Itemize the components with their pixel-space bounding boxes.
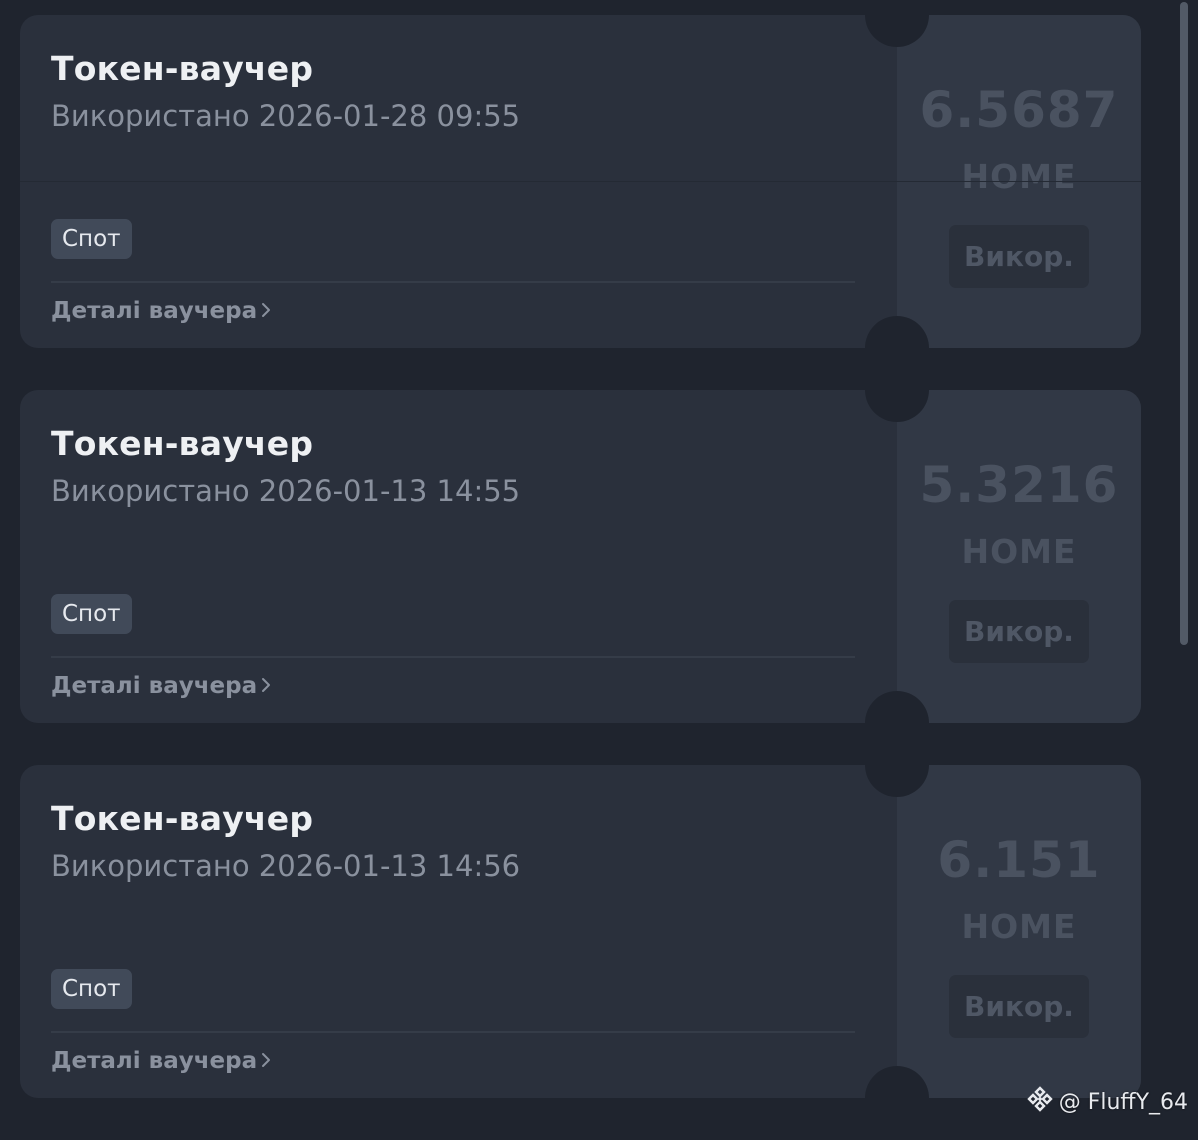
voucher-amount: 6.151 bbox=[937, 831, 1101, 889]
voucher-used-date: Використано 2026-01-13 14:55 bbox=[51, 474, 521, 508]
voucher-used-date: Використано 2026-01-13 14:56 bbox=[51, 849, 521, 883]
divider bbox=[51, 281, 855, 283]
voucher-tag-spot: Спот bbox=[51, 969, 132, 1009]
voucher-details-label: Деталі ваучера bbox=[51, 298, 258, 324]
voucher-used-date: Використано 2026-01-28 09:55 bbox=[51, 99, 521, 133]
voucher-details-link[interactable]: Деталі ваучера bbox=[51, 673, 271, 700]
voucher-title: Токен-ваучер bbox=[51, 49, 314, 88]
voucher-tag-spot: Спот bbox=[51, 219, 132, 259]
watermark-text: @ FluffY_64 bbox=[1058, 1089, 1188, 1115]
watermark: @ FluffY_64 bbox=[1027, 1086, 1188, 1118]
voucher-info: Токен-ваучер Використано 2026-01-13 14:5… bbox=[20, 390, 897, 723]
voucher-info: Токен-ваучер Використано 2026-01-13 14:5… bbox=[20, 765, 897, 1098]
voucher-title: Токен-ваучер bbox=[51, 799, 314, 838]
voucher-list: Токен-ваучер Використано 2026-01-28 09:5… bbox=[20, 15, 1141, 1140]
scrollbar-thumb[interactable] bbox=[1180, 2, 1188, 645]
voucher-unit: HOME bbox=[961, 157, 1077, 196]
voucher-card: Токен-ваучер Використано 2026-01-13 14:5… bbox=[20, 390, 1141, 723]
voucher-details-label: Деталі ваучера bbox=[51, 673, 258, 699]
voucher-details-link[interactable]: Деталі ваучера bbox=[51, 298, 271, 325]
divider bbox=[51, 1031, 855, 1033]
use-voucher-button[interactable]: Викор. bbox=[949, 975, 1089, 1038]
voucher-details-label: Деталі ваучера bbox=[51, 1048, 258, 1074]
binance-logo-icon bbox=[1027, 1086, 1053, 1118]
voucher-amount-panel: 6.151 HOME Викор. bbox=[897, 765, 1141, 1098]
use-voucher-button[interactable]: Викор. bbox=[949, 225, 1089, 288]
voucher-amount: 6.5687 bbox=[919, 81, 1119, 139]
voucher-card: Токен-ваучер Використано 2026-01-13 14:5… bbox=[20, 765, 1141, 1098]
voucher-amount: 5.3216 bbox=[919, 456, 1119, 514]
voucher-title: Токен-ваучер bbox=[51, 424, 314, 463]
voucher-unit: HOME bbox=[961, 907, 1077, 946]
horizontal-separator bbox=[20, 181, 1141, 182]
chevron-right-icon bbox=[261, 674, 271, 700]
voucher-amount-panel: 5.3216 HOME Викор. bbox=[897, 390, 1141, 723]
voucher-card: Токен-ваучер Використано 2026-01-28 09:5… bbox=[20, 15, 1141, 348]
voucher-tag-spot: Спот bbox=[51, 594, 132, 634]
divider bbox=[51, 656, 855, 658]
use-voucher-button[interactable]: Викор. bbox=[949, 600, 1089, 663]
voucher-unit: HOME bbox=[961, 532, 1077, 571]
chevron-right-icon bbox=[261, 299, 271, 325]
voucher-details-link[interactable]: Деталі ваучера bbox=[51, 1048, 271, 1075]
chevron-right-icon bbox=[261, 1049, 271, 1075]
scrollbar[interactable] bbox=[1180, 0, 1194, 1130]
